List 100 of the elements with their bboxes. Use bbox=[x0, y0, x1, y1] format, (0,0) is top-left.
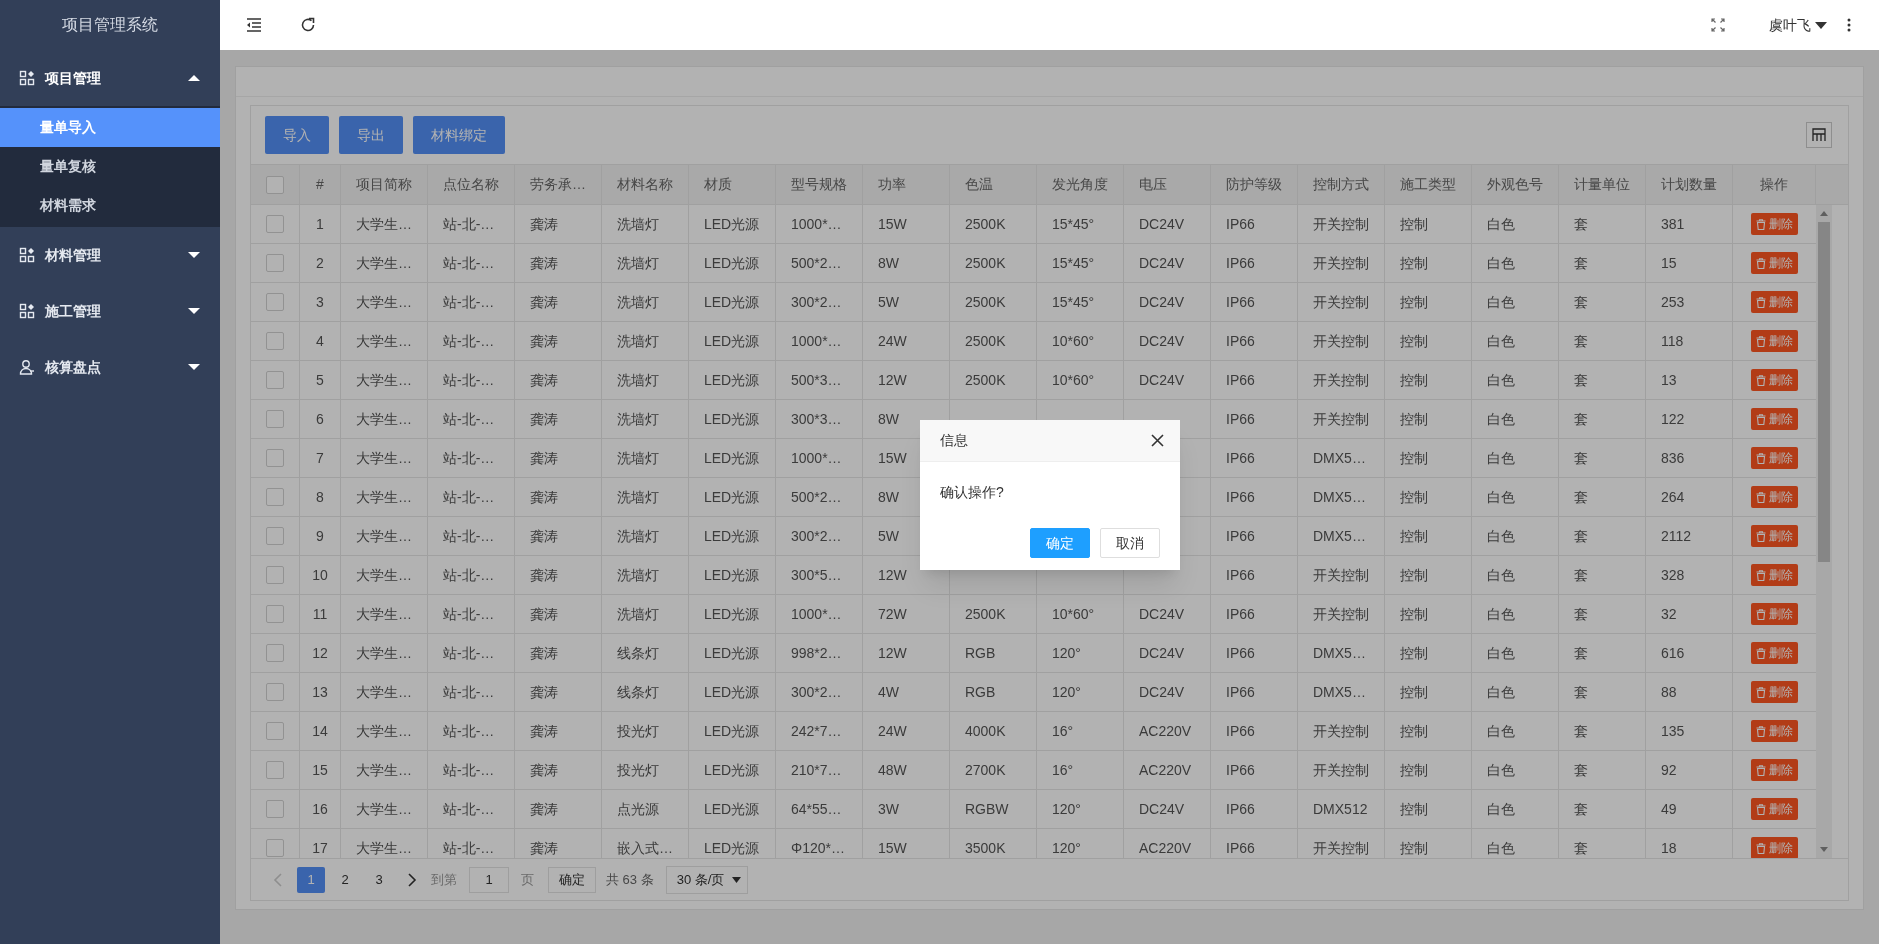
table-cell-text: 大学生… bbox=[356, 370, 412, 390]
delete-button[interactable]: 删除 bbox=[1751, 720, 1798, 742]
table-cell-text: 白色 bbox=[1487, 760, 1515, 780]
table-cell-text: DC24V bbox=[1139, 643, 1185, 663]
toolbar-button[interactable]: 材料绑定 bbox=[413, 116, 505, 154]
checkbox[interactable] bbox=[266, 527, 284, 545]
sidebar-subitem[interactable]: 量单导入 bbox=[0, 108, 220, 147]
table-cell-text: 48W bbox=[878, 760, 907, 780]
page-button[interactable]: 2 bbox=[331, 866, 359, 893]
delete-button[interactable]: 删除 bbox=[1751, 603, 1798, 625]
delete-button[interactable]: 删除 bbox=[1751, 642, 1798, 664]
table-cell-text: 龚涛 bbox=[530, 565, 558, 585]
columns-icon[interactable] bbox=[1806, 122, 1832, 148]
checkbox[interactable] bbox=[266, 761, 284, 779]
delete-button[interactable]: 删除 bbox=[1751, 252, 1798, 274]
checkbox[interactable] bbox=[266, 800, 284, 818]
delete-button[interactable]: 删除 bbox=[1751, 408, 1798, 430]
checkbox[interactable] bbox=[266, 839, 284, 857]
table-cell-text: 8W bbox=[878, 253, 899, 273]
checkbox[interactable] bbox=[266, 488, 284, 506]
table-cell-text: 242*7… bbox=[791, 721, 842, 741]
delete-button[interactable]: 删除 bbox=[1751, 213, 1798, 235]
delete-button[interactable]: 删除 bbox=[1751, 369, 1798, 391]
table-cell-text: IP66 bbox=[1226, 331, 1255, 351]
page-size-select[interactable]: 30 条/页 bbox=[665, 865, 749, 894]
checkbox[interactable] bbox=[266, 215, 284, 233]
page-button[interactable]: 1 bbox=[297, 866, 325, 893]
table-cell-text: 站-北-… bbox=[443, 643, 495, 663]
caret-down-icon bbox=[732, 876, 742, 883]
delete-button[interactable]: 删除 bbox=[1751, 486, 1798, 508]
table-cell-text: 龚涛 bbox=[530, 721, 558, 741]
table-cell-text: DMX5… bbox=[1313, 682, 1366, 702]
table-cell-text: 白色 bbox=[1487, 604, 1515, 624]
table-cell-text: 12W bbox=[878, 370, 907, 390]
checkbox[interactable] bbox=[266, 566, 284, 584]
table-cell-text: 白色 bbox=[1487, 331, 1515, 351]
checkbox[interactable] bbox=[266, 644, 284, 662]
table-cell-text: 大学生… bbox=[356, 643, 412, 663]
dialog-button[interactable]: 确定 bbox=[1030, 528, 1090, 558]
table-cell-text: 投光灯 bbox=[617, 721, 659, 741]
more-icon[interactable] bbox=[1847, 18, 1851, 32]
sidebar-item[interactable]: 施工管理 bbox=[0, 283, 220, 339]
delete-button[interactable]: 删除 bbox=[1751, 525, 1798, 547]
goto-button[interactable]: 确定 bbox=[548, 866, 596, 893]
page-button[interactable]: 3 bbox=[365, 866, 393, 893]
sidebar-subitem[interactable]: 材料需求 bbox=[0, 186, 220, 225]
user-menu[interactable]: 虞叶飞 bbox=[1769, 14, 1827, 36]
delete-button[interactable]: 删除 bbox=[1751, 681, 1798, 703]
table-cell-text: 2 bbox=[316, 253, 324, 273]
delete-button[interactable]: 删除 bbox=[1751, 447, 1798, 469]
checkbox[interactable] bbox=[266, 605, 284, 623]
checkbox[interactable] bbox=[266, 683, 284, 701]
table-cell-text: 49 bbox=[1661, 799, 1677, 819]
sidebar-item[interactable]: 项目管理 bbox=[0, 50, 220, 106]
table-cell-text: 套 bbox=[1574, 760, 1588, 780]
checkbox[interactable] bbox=[266, 332, 284, 350]
page-input[interactable]: 1 bbox=[469, 866, 509, 893]
next-icon[interactable] bbox=[407, 872, 417, 887]
table-cell-text: 16° bbox=[1052, 760, 1074, 780]
menu-fold-icon[interactable] bbox=[246, 18, 262, 32]
table-cell-text: 12W bbox=[878, 643, 907, 663]
dialog-button[interactable]: 取消 bbox=[1100, 528, 1160, 558]
table-cell-text: 控制 bbox=[1400, 721, 1428, 741]
table-cell-text: 5 bbox=[316, 370, 324, 390]
table-cell-text: 白色 bbox=[1487, 370, 1515, 390]
table-cell-text: DC24V bbox=[1139, 331, 1185, 351]
checkbox[interactable] bbox=[266, 722, 284, 740]
checkbox[interactable] bbox=[266, 254, 284, 272]
close-icon[interactable] bbox=[1151, 434, 1164, 447]
refresh-icon[interactable] bbox=[300, 17, 316, 33]
delete-button[interactable]: 删除 bbox=[1751, 330, 1798, 352]
toolbar-button[interactable]: 导出 bbox=[339, 116, 403, 154]
table-cell-text: 白色 bbox=[1487, 253, 1515, 273]
delete-button[interactable]: 删除 bbox=[1751, 837, 1798, 858]
table-cell-text: 套 bbox=[1574, 526, 1588, 546]
table-cell-text: 白色 bbox=[1487, 214, 1515, 234]
toolbar-button[interactable]: 导入 bbox=[265, 116, 329, 154]
sidebar-item[interactable]: 核算盘点 bbox=[0, 339, 220, 395]
sidebar-item[interactable]: 材料管理 bbox=[0, 227, 220, 283]
trash-icon bbox=[1756, 725, 1766, 737]
delete-button[interactable]: 删除 bbox=[1751, 564, 1798, 586]
checkbox[interactable] bbox=[266, 175, 284, 194]
scrollbar[interactable] bbox=[1816, 205, 1832, 858]
trash-icon bbox=[1756, 764, 1766, 776]
delete-button[interactable]: 删除 bbox=[1751, 759, 1798, 781]
column-header: 劳务承… bbox=[530, 175, 586, 194]
table-cell-text: 6 bbox=[316, 409, 324, 429]
checkbox[interactable] bbox=[266, 449, 284, 467]
table-cell-text: 套 bbox=[1574, 838, 1588, 858]
fullscreen-icon[interactable] bbox=[1711, 18, 1725, 32]
checkbox[interactable] bbox=[266, 371, 284, 389]
table-cell-text: IP66 bbox=[1226, 799, 1255, 819]
delete-button[interactable]: 删除 bbox=[1751, 291, 1798, 313]
table-cell-text: 大学生… bbox=[356, 487, 412, 507]
prev-icon[interactable] bbox=[273, 872, 283, 887]
checkbox[interactable] bbox=[266, 410, 284, 428]
delete-button[interactable]: 删除 bbox=[1751, 798, 1798, 820]
sidebar-subitem[interactable]: 量单复核 bbox=[0, 147, 220, 186]
checkbox[interactable] bbox=[266, 293, 284, 311]
trash-icon bbox=[1756, 647, 1766, 659]
